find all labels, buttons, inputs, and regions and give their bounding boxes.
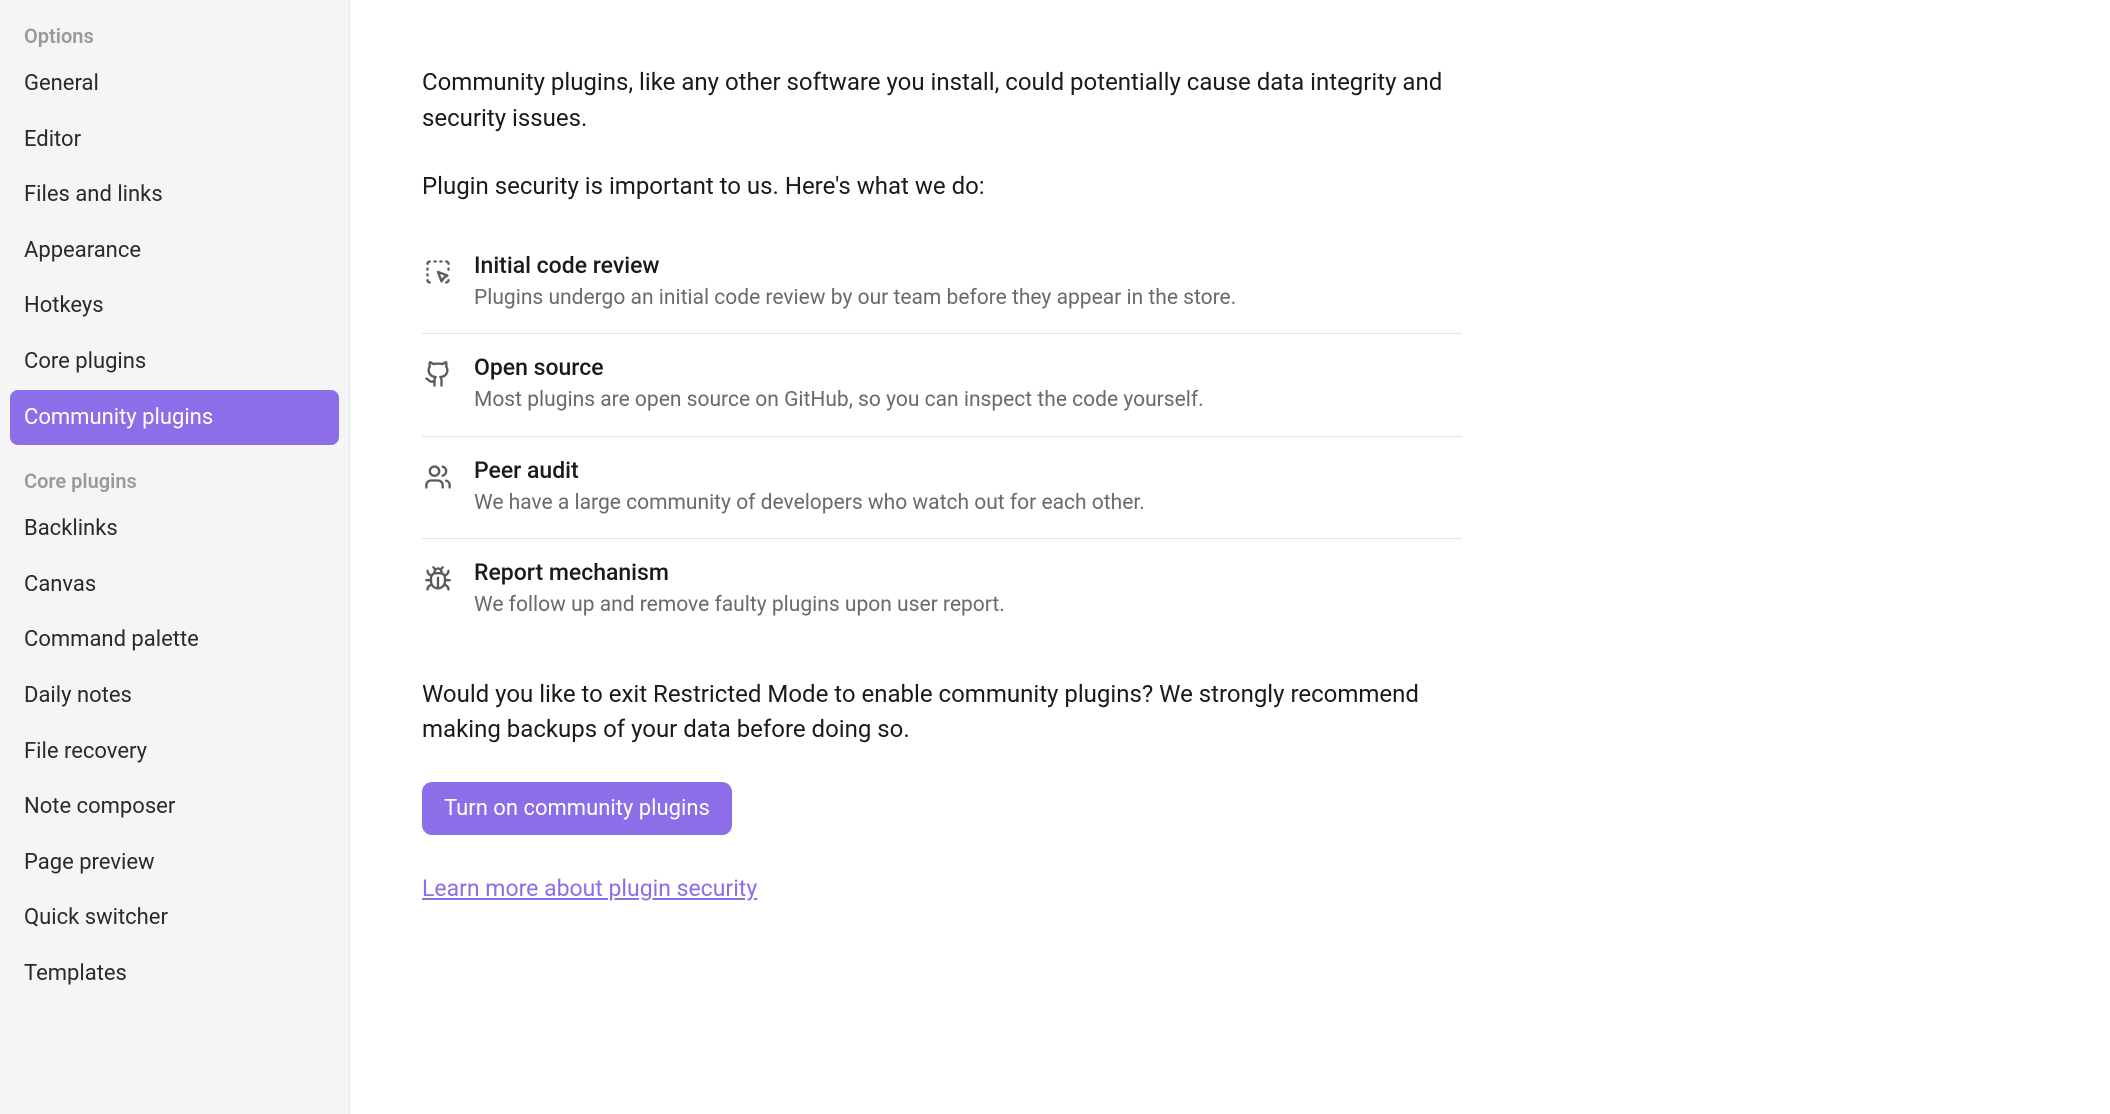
learn-more-plugin-security-link[interactable]: Learn more about plugin security bbox=[422, 875, 757, 902]
security-item-desc: Most plugins are open source on GitHub, … bbox=[474, 385, 1460, 415]
sidebar-item-daily-notes[interactable]: Daily notes bbox=[10, 668, 339, 724]
settings-sidebar: Options General Editor Files and links A… bbox=[0, 0, 350, 1114]
exit-restricted-mode-text: Would you like to exit Restricted Mode t… bbox=[422, 677, 1462, 747]
sidebar-item-editor[interactable]: Editor bbox=[10, 112, 339, 168]
sidebar-item-community-plugins[interactable]: Community plugins bbox=[10, 390, 339, 446]
security-item-title: Peer audit bbox=[474, 457, 1460, 484]
section-header-options: Options bbox=[10, 12, 339, 56]
security-item-peer-audit: Peer audit We have a large community of … bbox=[422, 437, 1462, 539]
sidebar-item-appearance[interactable]: Appearance bbox=[10, 223, 339, 279]
security-item-desc: We follow up and remove faulty plugins u… bbox=[474, 590, 1460, 620]
security-item-open-source: Open source Most plugins are open source… bbox=[422, 334, 1462, 436]
security-item-title: Initial code review bbox=[474, 252, 1460, 279]
security-list: Initial code review Plugins undergo an i… bbox=[422, 232, 1462, 641]
sidebar-item-file-recovery[interactable]: File recovery bbox=[10, 724, 339, 780]
turn-on-community-plugins-button[interactable]: Turn on community plugins bbox=[422, 782, 732, 835]
intro-text: Community plugins, like any other softwa… bbox=[422, 64, 1462, 136]
sidebar-item-backlinks[interactable]: Backlinks bbox=[10, 501, 339, 557]
sidebar-item-note-composer[interactable]: Note composer bbox=[10, 779, 339, 835]
security-item-report-mechanism: Report mechanism We follow up and remove… bbox=[422, 539, 1462, 640]
security-item-initial-code-review: Initial code review Plugins undergo an i… bbox=[422, 232, 1462, 334]
sidebar-item-files-and-links[interactable]: Files and links bbox=[10, 167, 339, 223]
security-item-desc: Plugins undergo an initial code review b… bbox=[474, 283, 1460, 313]
security-item-title: Open source bbox=[474, 354, 1460, 381]
security-intro-text: Plugin security is important to us. Here… bbox=[422, 168, 2038, 204]
bug-icon bbox=[424, 565, 452, 593]
sidebar-item-general[interactable]: General bbox=[10, 56, 339, 112]
github-icon bbox=[424, 360, 452, 388]
sidebar-item-canvas[interactable]: Canvas bbox=[10, 557, 339, 613]
security-item-title: Report mechanism bbox=[474, 559, 1460, 586]
sidebar-item-templates[interactable]: Templates bbox=[10, 946, 339, 1002]
sidebar-item-quick-switcher[interactable]: Quick switcher bbox=[10, 890, 339, 946]
sidebar-item-hotkeys[interactable]: Hotkeys bbox=[10, 278, 339, 334]
sidebar-item-core-plugins[interactable]: Core plugins bbox=[10, 334, 339, 390]
security-item-desc: We have a large community of developers … bbox=[474, 488, 1460, 518]
cursor-review-icon bbox=[424, 258, 452, 286]
users-icon bbox=[424, 463, 452, 491]
sidebar-item-command-palette[interactable]: Command palette bbox=[10, 612, 339, 668]
section-header-core-plugins: Core plugins bbox=[10, 445, 339, 501]
sidebar-item-page-preview[interactable]: Page preview bbox=[10, 835, 339, 891]
settings-content: Community plugins, like any other softwa… bbox=[350, 0, 2110, 1114]
